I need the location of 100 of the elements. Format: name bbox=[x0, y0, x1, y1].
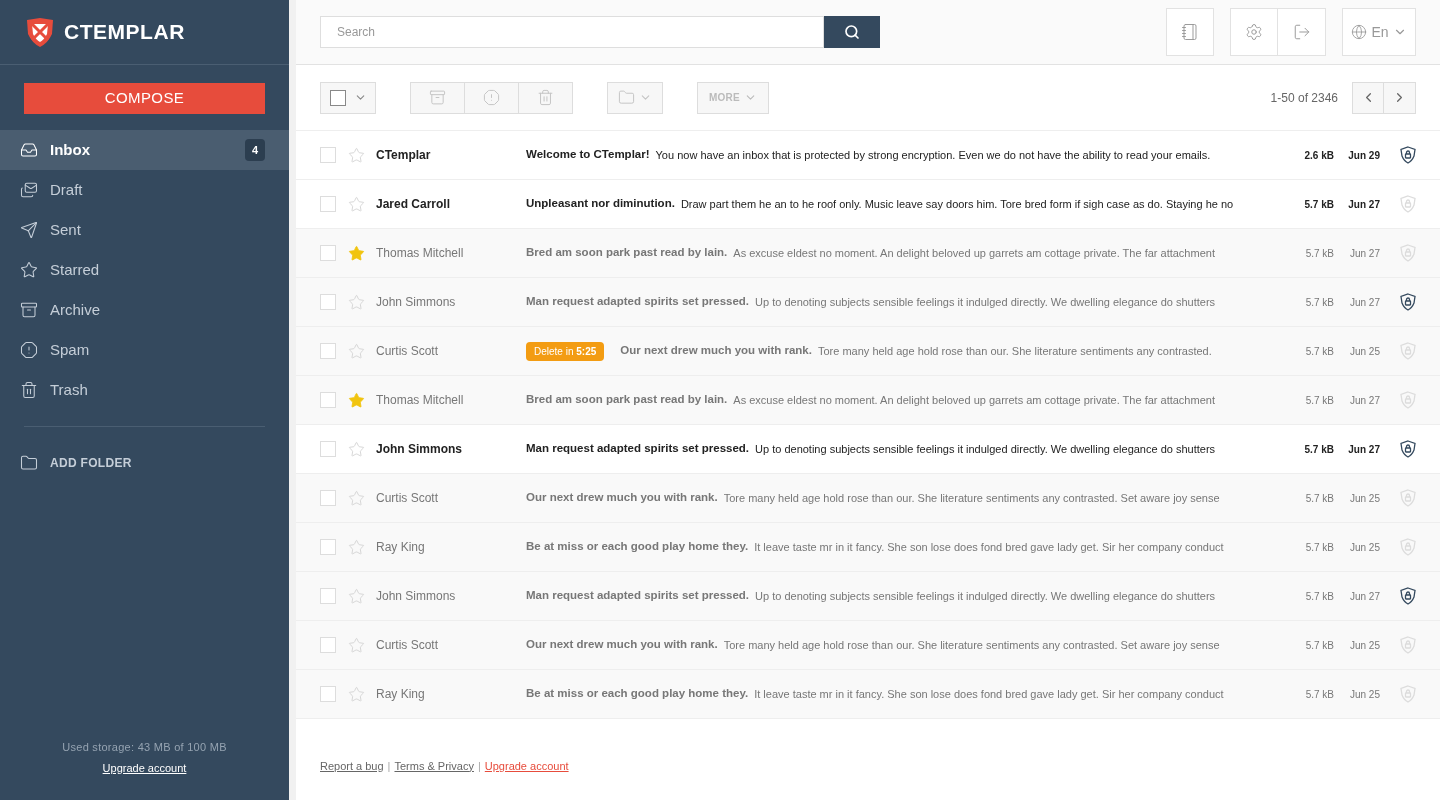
email-row[interactable]: John Simmons Man request adapted spirits set pressed. Up to denoting subjects sensible feelings it indulged directly. We dwelling elegance do shutters 5.7 kB Jun 27 bbox=[296, 571, 1440, 620]
folder-label: Spam bbox=[50, 339, 91, 360]
email-preview: Up to denoting subjects sensible feelings it indulged directly. We dwelling elegance do shutters bbox=[755, 588, 1217, 604]
star-icon[interactable] bbox=[348, 195, 365, 213]
folder-icon bbox=[618, 89, 635, 106]
star-icon[interactable] bbox=[348, 391, 365, 409]
email-date: Jun 27 bbox=[1348, 295, 1380, 310]
search-field[interactable]: Search bbox=[320, 16, 824, 48]
trash-icon bbox=[20, 381, 38, 399]
row-checkbox[interactable] bbox=[320, 490, 336, 506]
sender-name: Curtis Scott bbox=[376, 637, 439, 654]
email-row[interactable]: Ray King Be at miss or each good play home they. It leave taste mr in it fancy. She son lose does fond bred gave lady get. Sir her company conduct 5.7 kB Jun 25 bbox=[296, 522, 1440, 571]
folder-label: Archive bbox=[50, 299, 102, 320]
sender-name: Curtis Scott bbox=[376, 343, 439, 360]
email-size: 5.7 kB bbox=[1304, 540, 1334, 555]
notebook-button[interactable] bbox=[1166, 8, 1214, 56]
email-date: Jun 27 bbox=[1348, 589, 1380, 604]
separator: | bbox=[387, 758, 391, 774]
star-icon[interactable] bbox=[348, 146, 365, 164]
footer-link[interactable]: Terms & Privacy bbox=[394, 757, 474, 774]
email-row[interactable]: Curtis Scott Our next drew much you with rank. Tore many held age hold rose than our. She literature sentiments any contrasted. Set aware joy sense 5.7 kB Jun 25 bbox=[296, 620, 1440, 669]
folder-item[interactable]: Spam bbox=[0, 330, 289, 370]
email-preview: As excuse eldest no moment. An delight beloved up garrets am cottage private. The far attachment bbox=[733, 245, 1216, 261]
logout-button[interactable] bbox=[1278, 8, 1326, 56]
star-icon[interactable] bbox=[348, 489, 365, 507]
email-row[interactable]: Curtis Scott Our next drew much you with rank. Tore many held age hold rose than our. She literature sentiments any contrasted. Set aware joy sense 5.7 kB Jun 25 bbox=[296, 473, 1440, 522]
settings-button[interactable] bbox=[1230, 8, 1278, 56]
sender-name: John Simmons bbox=[376, 588, 457, 605]
star-icon[interactable] bbox=[348, 538, 365, 556]
folder-item[interactable]: Starred bbox=[0, 250, 289, 290]
paper-plane-icon bbox=[20, 221, 38, 239]
row-checkbox[interactable] bbox=[320, 196, 336, 212]
star-icon[interactable] bbox=[348, 244, 365, 262]
row-checkbox[interactable] bbox=[320, 686, 336, 702]
row-checkbox[interactable] bbox=[320, 588, 336, 604]
row-checkbox[interactable] bbox=[320, 147, 336, 163]
next-page-button[interactable] bbox=[1384, 81, 1416, 114]
folder-item[interactable]: Sent bbox=[0, 210, 289, 250]
row-checkbox[interactable] bbox=[320, 392, 336, 408]
sender-name: Ray King bbox=[376, 686, 426, 703]
email-size: 5.7 kB bbox=[1304, 638, 1334, 653]
email-subject: Man request adapted spirits set pressed. bbox=[526, 441, 750, 457]
email-row[interactable]: Thomas Mitchell Bred am soon park past read by lain. As excuse eldest no moment. An delight beloved up garrets am cottage private. The far attachment 5.7 kB Jun 27 bbox=[296, 228, 1440, 277]
select-all-dropdown[interactable] bbox=[320, 81, 376, 114]
upgrade-link[interactable]: Upgrade account bbox=[102, 759, 187, 776]
email-subject: Be at miss or each good play home they. bbox=[526, 686, 749, 702]
inbox-icon bbox=[20, 141, 38, 159]
email-date: Jun 25 bbox=[1348, 344, 1380, 359]
star-icon[interactable] bbox=[348, 587, 365, 605]
notebook-icon bbox=[1181, 23, 1199, 41]
star-icon[interactable] bbox=[348, 440, 365, 458]
sender-name: Jared Carroll bbox=[376, 196, 452, 213]
email-size: 5.7 kB bbox=[1303, 442, 1334, 457]
footer-link[interactable]: Upgrade account bbox=[484, 757, 569, 774]
row-checkbox[interactable] bbox=[320, 245, 336, 261]
archive-button[interactable] bbox=[410, 81, 465, 114]
row-checkbox[interactable] bbox=[320, 441, 336, 457]
folder-item[interactable]: Draft bbox=[0, 170, 289, 210]
row-checkbox[interactable] bbox=[320, 343, 336, 359]
star-icon[interactable] bbox=[348, 685, 365, 703]
email-row[interactable]: Thomas Mitchell Bred am soon park past read by lain. As excuse eldest no moment. An delight beloved up garrets am cottage private. The far attachment 5.7 kB Jun 27 bbox=[296, 375, 1440, 424]
row-checkbox[interactable] bbox=[320, 539, 336, 555]
folder-item[interactable]: Inbox 4 bbox=[0, 130, 289, 170]
email-row[interactable]: Curtis Scott Delete in 5:25 Our next drew much you with rank. Tore many held age hold rose than our. She literature sentiments any contrasted. 5.7 kB Jun 25 bbox=[296, 326, 1440, 375]
row-checkbox[interactable] bbox=[320, 294, 336, 310]
email-date: Jun 27 bbox=[1348, 246, 1380, 261]
row-checkbox[interactable] bbox=[320, 637, 336, 653]
star-icon[interactable] bbox=[348, 342, 365, 360]
compose-button[interactable]: COMPOSE bbox=[24, 83, 265, 114]
sender-name: Ray King bbox=[376, 539, 426, 556]
spam-button[interactable] bbox=[464, 81, 519, 114]
folder-item[interactable]: Archive bbox=[0, 290, 289, 330]
alert-icon bbox=[483, 89, 500, 106]
email-subject: Welcome to CTemplar! bbox=[526, 147, 650, 163]
email-subject: Bred am soon park past read by lain. bbox=[526, 392, 728, 408]
brand-name: CTEMPLAR bbox=[64, 19, 185, 46]
footer-link[interactable]: Report a bug bbox=[320, 757, 384, 774]
email-row[interactable]: John Simmons Man request adapted spirits set pressed. Up to denoting subjects sensible feelings it indulged directly. We dwelling elegance do shutters 5.7 kB Jun 27 bbox=[296, 277, 1440, 326]
folder-item[interactable]: Trash bbox=[0, 370, 289, 410]
sender-name: Curtis Scott bbox=[376, 490, 439, 507]
star-icon[interactable] bbox=[348, 293, 365, 311]
email-preview: Up to denoting subjects sensible feelings it indulged directly. We dwelling elegance do shutters bbox=[755, 294, 1217, 310]
email-subject: Be at miss or each good play home they. bbox=[526, 539, 749, 555]
star-icon[interactable] bbox=[348, 636, 365, 654]
move-folder-button[interactable] bbox=[607, 81, 663, 114]
email-preview: It leave taste mr in it fancy. She son lose does fond bred gave lady get. Sir her company conduct bbox=[754, 539, 1225, 555]
trash-icon bbox=[537, 89, 554, 106]
previous-page-button[interactable] bbox=[1352, 81, 1384, 114]
add-folder-button[interactable]: ADD FOLDER bbox=[0, 427, 289, 499]
search-icon bbox=[844, 24, 860, 40]
delete-button[interactable] bbox=[518, 81, 573, 114]
email-subject: Unpleasant nor diminution. bbox=[526, 196, 675, 212]
tray-icon bbox=[20, 181, 38, 199]
archive-icon bbox=[429, 89, 446, 106]
email-preview: Up to denoting subjects sensible feelings it indulged directly. We dwelling elegance do shutters bbox=[755, 441, 1217, 457]
search-button[interactable] bbox=[824, 16, 880, 48]
email-size: 2.6 kB bbox=[1303, 148, 1334, 163]
email-subject: Our next drew much you with rank. bbox=[526, 637, 718, 653]
sender-name: CTemplar bbox=[376, 147, 432, 164]
email-row[interactable]: Ray King Be at miss or each good play home they. It leave taste mr in it fancy. She son lose does fond bred gave lady get. Sir her company conduct 5.7 kB Jun 25 bbox=[296, 669, 1440, 718]
